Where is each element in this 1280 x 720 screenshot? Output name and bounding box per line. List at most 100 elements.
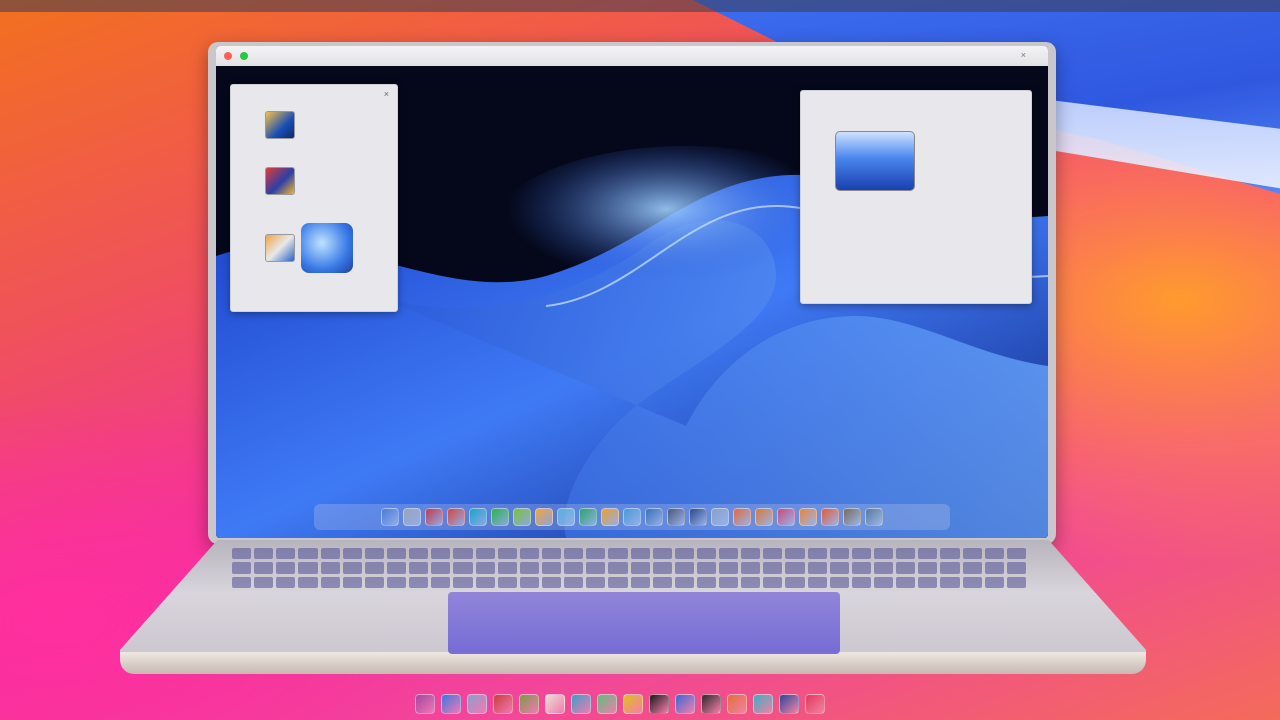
dock-app-icon[interactable] (711, 508, 729, 526)
keyboard-key (984, 562, 1004, 574)
dock-app-icon[interactable] (623, 508, 641, 526)
keyboard-key (940, 576, 960, 588)
keyboard-key (674, 562, 694, 574)
keyboard-key (1006, 548, 1026, 560)
window-control-icon[interactable]: × (1021, 50, 1026, 60)
dock-app-icon[interactable] (843, 508, 861, 526)
dock-app-icon[interactable] (649, 694, 669, 714)
keyboard-key (962, 548, 982, 560)
keyboard-key (364, 576, 384, 588)
keyboard-key (453, 548, 473, 560)
keyboard-key (541, 576, 562, 588)
list-item[interactable] (265, 223, 353, 273)
dock-app-icon[interactable] (597, 694, 617, 714)
dock-app-icon[interactable] (571, 694, 591, 714)
keyboard-key (807, 576, 827, 588)
keyboard-key (741, 562, 761, 574)
dock-app-icon[interactable] (519, 694, 539, 714)
dock-app-icon[interactable] (579, 508, 597, 526)
keyboard-key (386, 576, 407, 588)
dock-app-icon[interactable] (779, 694, 799, 714)
right-preview-panel[interactable] (800, 90, 1032, 304)
dock-app-icon[interactable] (753, 694, 773, 714)
keyboard-key (232, 562, 252, 574)
keyboard-key (519, 562, 539, 574)
dock-app-icon[interactable] (727, 694, 747, 714)
keyboard-key (519, 576, 539, 588)
dock-app-icon[interactable] (425, 508, 443, 526)
keyboard-key (276, 562, 296, 574)
dock-app-icon[interactable] (777, 508, 795, 526)
dock-app-icon[interactable] (601, 508, 619, 526)
dock-app-icon[interactable] (441, 694, 461, 714)
keyboard-key (431, 548, 451, 560)
dock-app-icon[interactable] (821, 508, 839, 526)
dock-app-icon[interactable] (535, 508, 553, 526)
keyboard-key (320, 548, 340, 560)
dock-app-icon[interactable] (805, 694, 825, 714)
keyboard-key (741, 548, 761, 560)
close-window-button[interactable] (224, 52, 232, 60)
keyboard-key (342, 576, 362, 588)
dock-app-icon[interactable] (701, 694, 721, 714)
list-item[interactable] (265, 167, 301, 195)
keyboard-key (984, 548, 1004, 560)
keyboard-key (541, 548, 562, 560)
dock-app-icon[interactable] (447, 508, 465, 526)
keyboard-key (564, 562, 584, 574)
keyboard-key (342, 562, 362, 574)
trackpad[interactable] (448, 592, 840, 654)
keyboard-key (962, 576, 982, 588)
keyboard-key (564, 548, 584, 560)
keyboard-key (232, 576, 252, 588)
dock-app-icon[interactable] (491, 508, 509, 526)
dock-app-icon[interactable] (467, 694, 487, 714)
dock-app-icon[interactable] (733, 508, 751, 526)
keyboard-key (254, 548, 274, 560)
left-file-panel[interactable]: × (230, 84, 398, 312)
keyboard-key (342, 548, 362, 560)
keyboard-key (918, 562, 938, 574)
dock-app-icon[interactable] (403, 508, 421, 526)
keyboard-key (851, 576, 872, 588)
dock-app-icon[interactable] (667, 508, 685, 526)
keyboard-key (608, 548, 628, 560)
image-thumbnail (301, 223, 353, 273)
dock-app-icon[interactable] (493, 694, 513, 714)
window-titlebar: × (216, 46, 1048, 66)
screen-dock (314, 504, 950, 530)
dock-app-icon[interactable] (415, 694, 435, 714)
keyboard-key (896, 548, 916, 560)
dock-app-icon[interactable] (689, 508, 707, 526)
keyboard-key (896, 562, 916, 574)
keyboard-key (652, 562, 672, 574)
dock-app-icon[interactable] (799, 508, 817, 526)
bottom-dock (350, 692, 890, 716)
dock-app-icon[interactable] (675, 694, 695, 714)
keyboard-key (386, 562, 407, 574)
dock-app-icon[interactable] (381, 508, 399, 526)
dock-app-icon[interactable] (865, 508, 883, 526)
dock-app-icon[interactable] (755, 508, 773, 526)
dock-app-icon[interactable] (623, 694, 643, 714)
list-item[interactable] (265, 111, 301, 139)
keyboard-key (320, 562, 340, 574)
keyboard-key (364, 562, 384, 574)
zoom-window-button[interactable] (240, 52, 248, 60)
close-icon[interactable]: × (384, 89, 389, 99)
keyboard-key (785, 562, 805, 574)
dock-app-icon[interactable] (513, 508, 531, 526)
keyboard-key (475, 548, 495, 560)
keyboard-key (608, 562, 628, 574)
keyboard-key (1006, 576, 1026, 588)
keyboard-key (829, 548, 849, 560)
keyboard-key (719, 548, 739, 560)
keyboard-key (962, 562, 982, 574)
dock-app-icon[interactable] (557, 508, 575, 526)
dock-app-icon[interactable] (545, 694, 565, 714)
keyboard-key (674, 576, 694, 588)
dock-app-icon[interactable] (469, 508, 487, 526)
keyboard-key (1006, 562, 1026, 574)
keyboard-key (431, 576, 451, 588)
dock-app-icon[interactable] (645, 508, 663, 526)
